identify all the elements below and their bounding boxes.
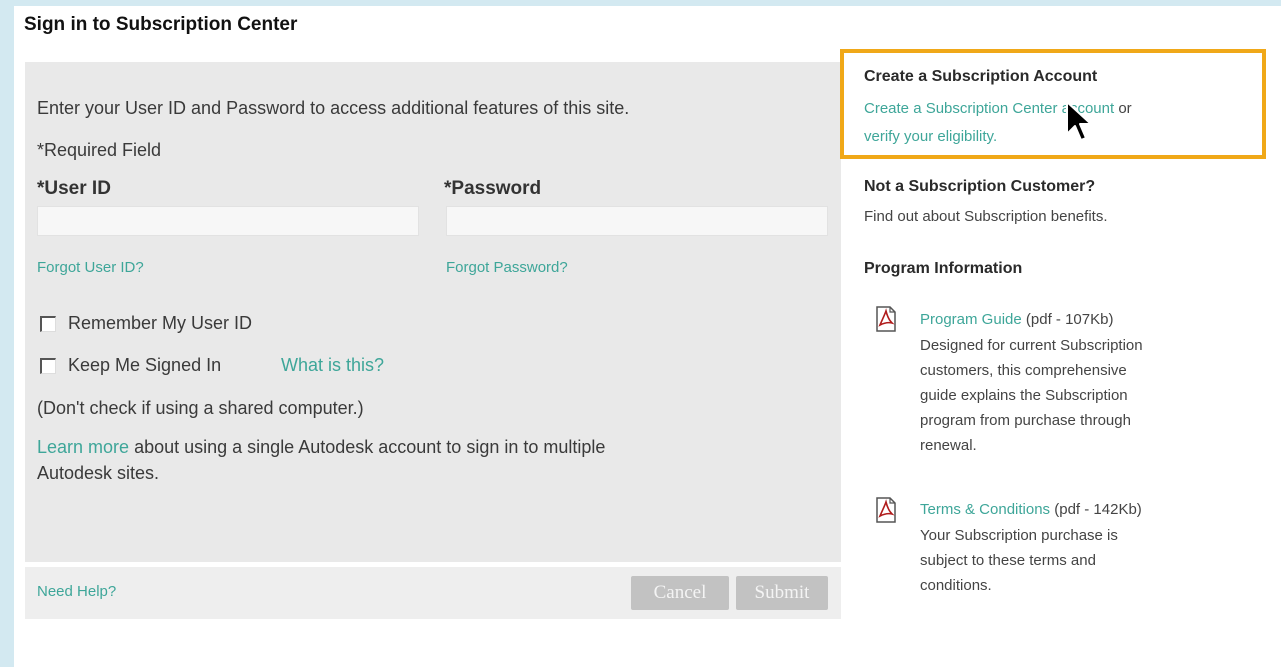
what-is-this-link[interactable]: What is this? [281,355,384,376]
forgot-userid-link[interactable]: Forgot User ID? [37,259,144,276]
program-guide-desc-line: Designed for current Subscription [920,337,1143,354]
program-guide-desc-line: program from purchase through [920,412,1131,429]
cancel-button[interactable]: Cancel [631,576,729,610]
find-out-link[interactable]: Find out about Subscription benefits. [864,204,1108,229]
program-guide-desc-line: renewal. [920,437,977,454]
forgot-password-link[interactable]: Forgot Password? [446,259,568,276]
keep-signed-checkbox[interactable] [40,358,56,374]
program-guide-desc: Designed for current Subscription custom… [920,333,1143,458]
shared-computer-note: (Don't check if using a shared computer.… [37,398,364,418]
required-note: *Required Field [37,140,162,160]
submit-button[interactable]: Submit [736,576,828,610]
learn-more-text: about using a single Autodesk account to… [134,437,606,457]
terms-desc-line: conditions. [920,577,992,594]
remember-label: Remember My User ID [68,313,253,333]
pdf-icon [876,497,896,523]
program-guide-desc-line: guide explains the Subscription [920,387,1128,404]
signin-panel [25,62,841,562]
create-account-heading: Create a Subscription Account [864,68,1098,85]
terms-desc-line: subject to these terms and [920,552,1096,569]
verify-line: verify your eligibility. [864,124,997,149]
create-or-text: or [1118,100,1132,117]
program-guide-size: (pdf - 107Kb) [1025,311,1114,328]
program-info-heading: Program Information [864,260,1023,277]
verify-period: . [992,128,998,145]
page-title: Sign in to Subscription Center [24,14,298,35]
learn-more-text-2: Autodesk sites. [37,463,160,483]
terms-link[interactable]: Terms & Conditions [920,501,1050,518]
terms-line: Terms & Conditions (pdf - 142Kb) [920,497,1142,522]
learn-more-link[interactable]: Learn more [37,437,129,457]
verify-eligibility-link[interactable]: verify your eligibility [864,128,993,145]
userid-input[interactable] [37,206,419,236]
terms-size: (pdf - 142Kb) [1054,501,1142,518]
remember-checkbox[interactable] [40,316,56,332]
program-guide-desc-line: customers, this comprehensive [920,362,1127,379]
terms-desc-line: Your Subscription purchase is [920,527,1118,544]
need-help-link[interactable]: Need Help? [37,583,116,600]
userid-label: *User ID [37,178,111,199]
terms-desc: Your Subscription purchase is subject to… [920,523,1118,598]
program-guide-line: Program Guide (pdf - 107Kb) [920,307,1113,332]
pdf-icon [876,306,896,332]
program-guide-link[interactable]: Program Guide [920,311,1022,328]
intro-text: Enter your User ID and Password to acces… [37,98,630,118]
not-customer-heading: Not a Subscription Customer? [864,178,1096,195]
learn-more-line: Learn more about using a single Autodesk… [37,437,605,458]
password-input[interactable] [446,206,828,236]
mouse-cursor-icon [1066,101,1092,141]
password-label: *Password [444,178,542,199]
keep-signed-label: Keep Me Signed In [68,355,222,375]
